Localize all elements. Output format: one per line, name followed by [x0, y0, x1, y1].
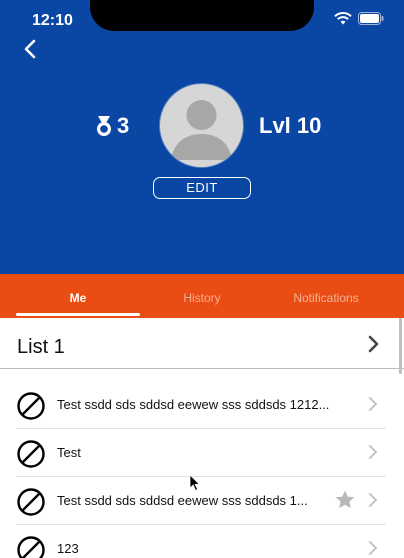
list-item-text: Test ssdd sds sddsd eewew sss sddsds 121…: [57, 397, 330, 412]
list-item[interactable]: 123: [16, 525, 386, 558]
medal-count-group: 3: [95, 113, 129, 139]
chevron-right-icon: [369, 493, 377, 507]
no-entry-icon: [17, 392, 45, 420]
medal-icon: [97, 116, 111, 136]
list-item-text: Test: [57, 445, 81, 460]
list-item-text: 123: [57, 541, 79, 556]
battery-icon: [358, 12, 384, 25]
scrollbar[interactable]: [399, 318, 402, 374]
tab-me[interactable]: Me: [16, 274, 140, 318]
active-tab-indicator: [16, 313, 140, 316]
no-entry-icon: [17, 440, 45, 468]
status-time: 12:10: [32, 12, 73, 29]
tab-history[interactable]: History: [140, 274, 264, 318]
mouse-cursor-icon: [189, 474, 201, 492]
no-entry-icon: [17, 536, 45, 558]
list-content: List 1 Test ssdd sds sddsd eewew sss sdd…: [0, 318, 404, 558]
chevron-right-icon: [369, 397, 377, 411]
back-button[interactable]: [18, 36, 44, 62]
star-icon[interactable]: [334, 489, 356, 511]
no-entry-icon: [17, 488, 45, 516]
chevron-left-icon: [24, 39, 36, 59]
edit-profile-button[interactable]: EDIT: [153, 177, 251, 199]
list-item[interactable]: Test: [16, 429, 386, 477]
device-notch: [90, 0, 314, 31]
list-item-text: Test ssdd sds sddsd eewew sss sddsds 1..…: [57, 493, 308, 508]
list-item[interactable]: Test ssdd sds sddsd eewew sss sddsds 121…: [16, 381, 386, 429]
level-label: Lvl 10: [259, 113, 322, 138]
chevron-right-icon: [369, 541, 377, 555]
chevron-right-icon: [369, 445, 377, 459]
list-title: List 1: [17, 336, 65, 358]
status-icons: [334, 12, 384, 25]
list-header[interactable]: List 1: [0, 318, 404, 369]
tab-notifications[interactable]: Notifications: [264, 274, 388, 318]
avatar[interactable]: [160, 84, 243, 167]
list-item[interactable]: Test ssdd sds sddsd eewew sss sddsds 1..…: [16, 477, 386, 525]
chevron-right-icon: [368, 335, 379, 353]
wifi-icon: [334, 12, 352, 25]
user-silhouette-icon: [171, 100, 232, 160]
tab-bar: Me History Notifications: [0, 274, 404, 318]
medal-count: 3: [117, 113, 130, 138]
profile-header: 12:10 3 Lvl 10 EDIT: [0, 0, 404, 274]
